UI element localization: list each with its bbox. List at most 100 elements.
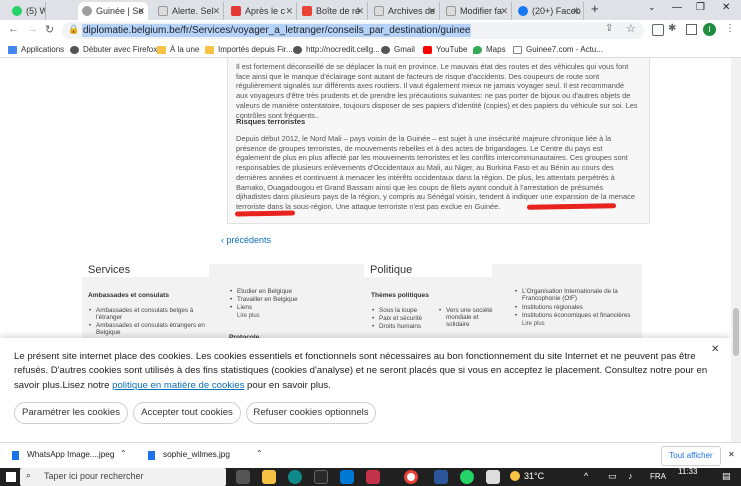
language-indicator[interactable]: FRA [650, 472, 666, 481]
tab-label: Modifier fa [460, 6, 503, 16]
tab-label: Guinée | Se [96, 6, 144, 16]
footer-link[interactable]: Institutions régionales [514, 304, 634, 311]
footer-link[interactable]: L'Organisation Internationale de la Fran… [514, 288, 634, 302]
globe-icon [70, 46, 79, 54]
back-icon[interactable]: ← [8, 23, 19, 35]
whatsapp-icon [12, 6, 22, 16]
footer-link[interactable]: Ambassades et consulats étrangers en Bel… [88, 322, 208, 336]
volume-icon[interactable]: ♪ [628, 471, 633, 481]
footer-link[interactable]: Travailler en Belgique [229, 296, 349, 303]
store-icon[interactable] [340, 470, 354, 484]
close-tab-icon[interactable]: ✕ [285, 2, 293, 20]
bookmark-firefox[interactable]: Débuter avec Firefox [70, 43, 157, 57]
notification-icon[interactable]: ▤ [722, 471, 731, 482]
footer-link[interactable]: Etudier en Belgique [229, 288, 349, 295]
tray-chevron-icon[interactable]: ^ [584, 471, 588, 481]
close-tab-icon[interactable]: ✕ [572, 2, 580, 20]
cookie-policy-link[interactable]: politique en matière de cookies [112, 380, 244, 391]
footer-link[interactable]: Sous la loupe [371, 307, 441, 314]
task-view-icon[interactable] [236, 470, 250, 484]
footer-subtitle[interactable]: Ambassades et consulats [88, 292, 169, 299]
footer-link[interactable]: Liens [229, 304, 349, 311]
profile-avatar[interactable]: I [703, 23, 716, 36]
app-icon[interactable] [314, 470, 328, 484]
tab-search-icon[interactable]: ⌄ [648, 2, 656, 13]
close-tab-icon[interactable]: ✕ [212, 2, 220, 20]
taskbar-search-box[interactable]: ⌕ Taper ici pour rechercher [20, 468, 226, 486]
reload-icon[interactable]: ↻ [45, 23, 54, 36]
refuse-cookies-button[interactable]: Refuser cookies optionnels [246, 402, 376, 424]
pager-previous[interactable]: ‹ précédents [221, 235, 271, 245]
bookmark-guinee7[interactable]: Guinee7.com - Actu... [513, 43, 603, 57]
footer-link[interactable]: Paix et sécurité [371, 315, 441, 322]
bookmark-youtube[interactable]: YouTube [423, 43, 467, 57]
minimize-icon[interactable]: — [672, 2, 682, 13]
news-icon [231, 6, 241, 16]
footer-link[interactable]: Ambassades et consulats belges à l'étran… [88, 307, 208, 321]
chevron-up-icon[interactable]: ⌃ [120, 449, 127, 458]
youtube-icon [423, 46, 432, 54]
clock-time[interactable]: 11:33 [678, 467, 697, 476]
tab-apres[interactable]: Après le c ✕ [227, 2, 297, 20]
app-icon[interactable] [486, 470, 500, 484]
footer-subtitle[interactable]: Thèmes politiques [371, 292, 429, 299]
tab-archives[interactable]: Archives de ✕ [370, 2, 440, 20]
bookmark-nocredit[interactable]: http://nocredit.cellg... [293, 43, 380, 57]
read-more-link[interactable]: Lire plus [237, 313, 260, 319]
close-tab-icon[interactable]: ✕ [428, 2, 436, 20]
app-icon[interactable] [366, 470, 380, 484]
image-file-icon [12, 451, 19, 460]
share-icon[interactable]: ⇪ [605, 23, 613, 34]
footer-link[interactable]: Vers une société mondiale et solidaire [438, 307, 500, 329]
tab-strip: (5) WhatsA Guinée | Se✕ Alerte. Sel✕ Apr… [0, 0, 741, 20]
bookmark-gmail[interactable]: Gmail [381, 43, 415, 57]
tab-alerte[interactable]: Alerte. Sel ✕ [154, 2, 224, 20]
puzzle-icon[interactable]: ✱ [668, 23, 676, 34]
bookmark-maps[interactable]: Maps [473, 43, 506, 57]
chrome-icon[interactable] [404, 470, 418, 484]
maximize-icon[interactable]: ❐ [696, 2, 705, 13]
footer-link[interactable]: Droits humains [371, 323, 441, 330]
tab-modifier[interactable]: Modifier fa ✕ [442, 2, 512, 20]
bookmark-applications[interactable]: Applications [8, 43, 64, 57]
tab-gmail[interactable]: Boîte de ré ✕ [298, 2, 368, 20]
word-icon[interactable] [434, 470, 448, 484]
forward-icon[interactable]: → [27, 23, 38, 35]
extensions-icon[interactable] [652, 24, 664, 36]
close-tab-icon[interactable]: ✕ [356, 2, 364, 20]
accept-cookies-button[interactable]: Accepter tout cookies [133, 402, 241, 424]
chevron-up-icon[interactable]: ⌃ [256, 449, 263, 458]
close-tab-icon[interactable]: ✕ [137, 2, 145, 20]
whatsapp-icon[interactable] [460, 470, 474, 484]
star-icon[interactable]: ☆ [626, 22, 636, 35]
new-tab-button[interactable]: + [591, 1, 599, 16]
scrollbar-thumb[interactable] [733, 308, 739, 356]
download-item[interactable]: sophie_wilmes.jpg [163, 450, 230, 459]
show-all-downloads-button[interactable]: Tout afficher [661, 446, 721, 466]
windows-start-icon[interactable] [6, 472, 16, 482]
close-icon[interactable]: ✕ [711, 344, 719, 355]
close-downloads-icon[interactable]: ✕ [728, 450, 735, 459]
edge-icon[interactable] [288, 470, 302, 484]
url-text[interactable]: diplomatie.belgium.be/fr/Services/voyage… [82, 24, 472, 37]
facebook-icon [518, 6, 528, 16]
bookmark-a-la-une[interactable]: À la une [157, 43, 199, 57]
sidepanel-icon[interactable] [686, 24, 697, 35]
maps-pin-icon [473, 46, 482, 54]
bookmark-importes[interactable]: Importés depuis Fir... [205, 43, 293, 57]
network-icon[interactable]: ▭ [608, 471, 617, 482]
menu-icon[interactable]: ⋮ [725, 23, 735, 34]
read-more-link[interactable]: Lire plus [522, 321, 545, 327]
close-window-icon[interactable]: ✕ [722, 2, 730, 13]
footer-link[interactable]: Institutions économiques et financières [514, 312, 634, 319]
download-item[interactable]: WhatsApp Image....jpeg [27, 450, 114, 459]
tab-whatsapp[interactable]: (5) WhatsA [8, 2, 46, 20]
cookie-settings-button[interactable]: Paramétrer les cookies [14, 402, 128, 424]
image-file-icon [148, 451, 155, 460]
explorer-icon[interactable] [262, 470, 276, 484]
scrollbar[interactable] [731, 58, 741, 442]
close-tab-icon[interactable]: ✕ [500, 2, 508, 20]
tab-guinee[interactable]: Guinée | Se ✕ [78, 2, 148, 20]
tab-facebook[interactable]: (20+) Faceb ✕ [514, 2, 584, 20]
weather-temp[interactable]: 31°C [524, 471, 544, 481]
